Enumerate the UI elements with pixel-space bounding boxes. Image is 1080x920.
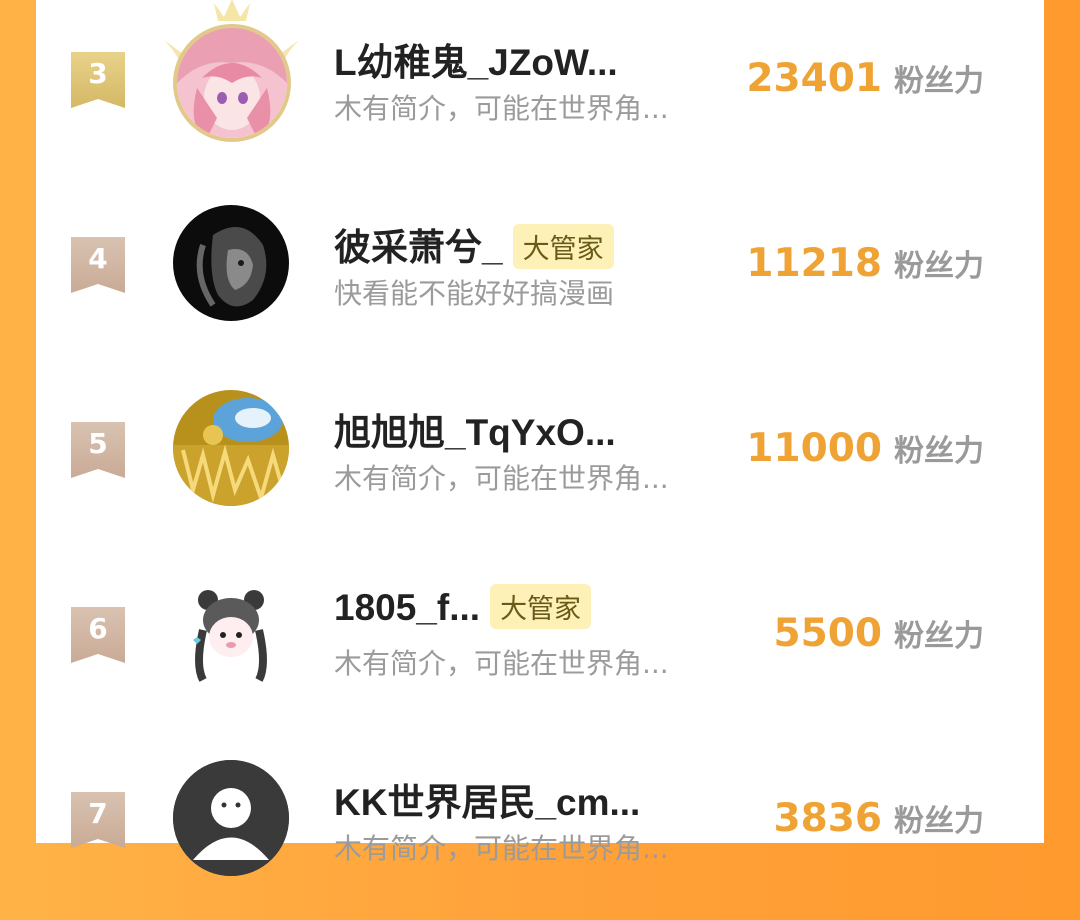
fans-unit: 粉丝力	[894, 804, 984, 839]
user-name[interactable]: 旭旭旭_TqYxO...	[334, 402, 616, 456]
user-name-text[interactable]: 旭旭旭_TqYxO...	[334, 412, 616, 453]
list-item[interactable]: 4 彼采萧兮_ 大管家 快看能不能好好搞漫画 11218 粉丝力	[36, 185, 1044, 365]
rank-badge: 5	[71, 422, 125, 478]
list-item[interactable]: 3 L幼稚鬼_JZoW... 木有简介，可能在世界角... 23401 粉丝力	[36, 0, 1044, 180]
rank-badge: 3	[71, 52, 125, 108]
fans-unit: 粉丝力	[894, 434, 984, 469]
user-name[interactable]: 1805_f... 大管家	[334, 583, 592, 633]
user-name[interactable]: L幼稚鬼_JZoW...	[334, 32, 618, 86]
bear-girl-avatar[interactable]	[173, 575, 289, 691]
rank-badge: 4	[71, 237, 125, 293]
user-name[interactable]: 彼采萧兮_ 大管家	[334, 217, 614, 273]
user-name-text[interactable]: KK世界居民_cm...	[334, 782, 640, 823]
fans-value: 23401	[746, 56, 882, 101]
fans-value: 3836	[773, 796, 882, 841]
ranking-card: 3 L幼稚鬼_JZoW... 木有简介，可能在世界角... 23401 粉丝力 …	[36, 0, 1044, 876]
fans-unit: 粉丝力	[894, 619, 984, 654]
list-item[interactable]: 6 1805_f... 大管家 木有简介，可能在世界角... 5500 粉丝力	[36, 555, 1044, 735]
fans-unit: 粉丝力	[894, 64, 984, 99]
user-bio: 木有简介，可能在世界角...	[334, 647, 669, 680]
lion-avatar[interactable]	[173, 205, 289, 321]
user-bio: 木有简介，可能在世界角...	[334, 832, 669, 865]
list-item[interactable]: 7 KK世界居民_cm... 木有简介，可能在世界角... 3836 粉丝力	[36, 740, 1044, 920]
rank-badge: 6	[71, 607, 125, 663]
fans-value: 11000	[746, 426, 882, 471]
user-bio: 快看能不能好好搞漫画	[334, 277, 615, 310]
default-user-avatar[interactable]	[173, 760, 289, 876]
golden-scene-avatar[interactable]	[173, 390, 289, 506]
fans-score: 3836 粉丝力	[773, 796, 984, 841]
list-item[interactable]: 5 旭旭旭_TqYxO... 木有简介，可能在世界角... 11000 粉丝力	[36, 370, 1044, 550]
anime-girl-avatar[interactable]	[173, 24, 291, 142]
manager-badge: 大管家	[490, 583, 592, 629]
user-name-text[interactable]: 彼采萧兮_	[334, 227, 503, 268]
fans-score: 5500 粉丝力	[773, 611, 984, 656]
user-bio: 木有简介，可能在世界角...	[334, 92, 669, 125]
fans-value: 5500	[773, 611, 882, 656]
fans-score: 11000 粉丝力	[746, 426, 984, 471]
fans-score: 11218 粉丝力	[746, 241, 984, 286]
user-name-text[interactable]: 1805_f...	[334, 587, 480, 628]
fans-value: 11218	[746, 241, 882, 286]
user-name[interactable]: KK世界居民_cm...	[334, 772, 640, 826]
user-name-text[interactable]: L幼稚鬼_JZoW...	[334, 42, 618, 83]
fans-unit: 粉丝力	[894, 249, 984, 284]
user-bio: 木有简介，可能在世界角...	[334, 462, 669, 495]
manager-badge: 大管家	[512, 223, 614, 269]
fans-score: 23401 粉丝力	[746, 56, 984, 101]
rank-badge: 7	[71, 792, 125, 848]
